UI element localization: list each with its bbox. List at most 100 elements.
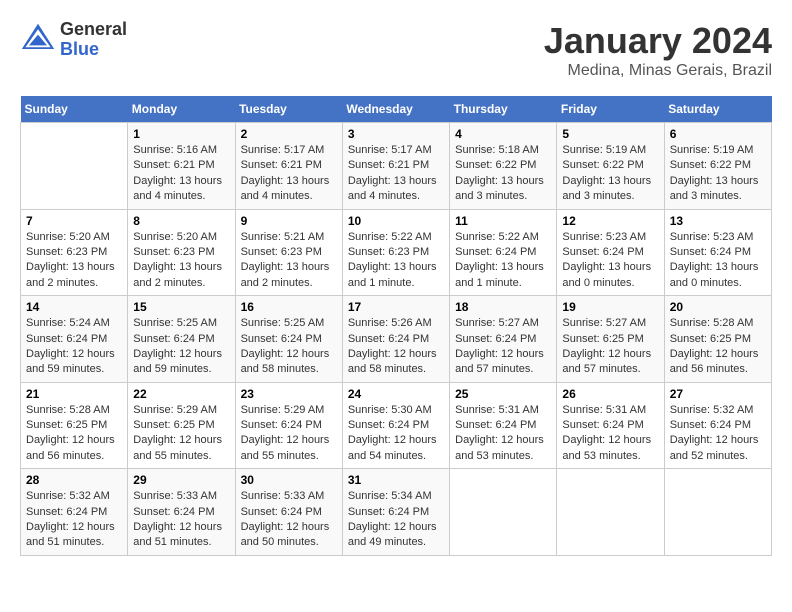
weekday-header-wednesday: Wednesday xyxy=(342,96,449,123)
weekday-header-tuesday: Tuesday xyxy=(235,96,342,123)
day-number: 25 xyxy=(455,387,551,401)
day-info: Sunrise: 5:21 AM Sunset: 6:23 PM Dayligh… xyxy=(241,230,337,292)
day-number: 12 xyxy=(562,214,658,228)
day-cell: 4 Sunrise: 5:18 AM Sunset: 6:22 PM Daylig… xyxy=(450,123,557,210)
week-row-2: 7 Sunrise: 5:20 AM Sunset: 6:23 PM Daylig… xyxy=(21,209,772,296)
day-info: Sunrise: 5:16 AM Sunset: 6:21 PM Dayligh… xyxy=(133,143,229,205)
day-cell: 26 Sunrise: 5:31 AM Sunset: 6:24 PM Dayli… xyxy=(557,382,664,469)
week-row-3: 14 Sunrise: 5:24 AM Sunset: 6:24 PM Dayli… xyxy=(21,296,772,383)
calendar: SundayMondayTuesdayWednesdayThursdayFrid… xyxy=(20,96,772,556)
day-number: 6 xyxy=(670,127,766,141)
day-number: 27 xyxy=(670,387,766,401)
month-title: January 2024 xyxy=(544,20,772,62)
logo-blue: Blue xyxy=(60,40,127,60)
day-info: Sunrise: 5:18 AM Sunset: 6:22 PM Dayligh… xyxy=(455,143,551,205)
day-cell: 18Sunrise: 5:27 AM Sunset: 6:24 PM Dayli… xyxy=(450,296,557,383)
day-cell: 23 Sunrise: 5:29 AM Sunset: 6:24 PM Dayli… xyxy=(235,382,342,469)
day-number: 17 xyxy=(348,300,444,314)
day-number: 30 xyxy=(241,473,337,487)
day-info: Sunrise: 5:28 AM Sunset: 6:25 PM Dayligh… xyxy=(26,403,122,465)
day-cell: 13 Sunrise: 5:23 AM Sunset: 6:24 PM Dayli… xyxy=(664,209,771,296)
day-number: 4 xyxy=(455,127,551,141)
day-cell: 15 Sunrise: 5:25 AM Sunset: 6:24 PM Dayli… xyxy=(128,296,235,383)
week-row-4: 21 Sunrise: 5:28 AM Sunset: 6:25 PM Dayli… xyxy=(21,382,772,469)
day-info: Sunrise: 5:22 AM Sunset: 6:24 PM Dayligh… xyxy=(455,230,551,292)
day-cell: 1Sunrise: 5:16 AM Sunset: 6:21 PM Daylig… xyxy=(128,123,235,210)
day-cell: 27Sunrise: 5:32 AM Sunset: 6:24 PM Dayli… xyxy=(664,382,771,469)
day-number: 9 xyxy=(241,214,337,228)
day-info: Sunrise: 5:34 AM Sunset: 6:24 PM Dayligh… xyxy=(348,489,444,551)
week-row-1: 1Sunrise: 5:16 AM Sunset: 6:21 PM Daylig… xyxy=(21,123,772,210)
day-info: Sunrise: 5:24 AM Sunset: 6:24 PM Dayligh… xyxy=(26,316,122,378)
weekday-header-sunday: Sunday xyxy=(21,96,128,123)
day-number: 3 xyxy=(348,127,444,141)
day-info: Sunrise: 5:28 AM Sunset: 6:25 PM Dayligh… xyxy=(670,316,766,378)
day-cell: 3Sunrise: 5:17 AM Sunset: 6:21 PM Daylig… xyxy=(342,123,449,210)
day-cell: 10Sunrise: 5:22 AM Sunset: 6:23 PM Dayli… xyxy=(342,209,449,296)
day-cell xyxy=(450,469,557,556)
day-cell: 22 Sunrise: 5:29 AM Sunset: 6:25 PM Dayli… xyxy=(128,382,235,469)
day-info: Sunrise: 5:30 AM Sunset: 6:24 PM Dayligh… xyxy=(348,403,444,465)
day-number: 19 xyxy=(562,300,658,314)
day-number: 14 xyxy=(26,300,122,314)
day-number: 15 xyxy=(133,300,229,314)
day-cell: 6 Sunrise: 5:19 AM Sunset: 6:22 PM Daylig… xyxy=(664,123,771,210)
day-number: 28 xyxy=(26,473,122,487)
day-number: 16 xyxy=(241,300,337,314)
day-number: 20 xyxy=(670,300,766,314)
day-number: 10 xyxy=(348,214,444,228)
day-info: Sunrise: 5:33 AM Sunset: 6:24 PM Dayligh… xyxy=(241,489,337,551)
day-cell: 11 Sunrise: 5:22 AM Sunset: 6:24 PM Dayli… xyxy=(450,209,557,296)
day-cell: 9 Sunrise: 5:21 AM Sunset: 6:23 PM Daylig… xyxy=(235,209,342,296)
day-cell xyxy=(664,469,771,556)
title-block: January 2024 Medina, Minas Gerais, Brazi… xyxy=(544,20,772,80)
day-number: 7 xyxy=(26,214,122,228)
day-number: 11 xyxy=(455,214,551,228)
day-info: Sunrise: 5:29 AM Sunset: 6:25 PM Dayligh… xyxy=(133,403,229,465)
day-info: Sunrise: 5:26 AM Sunset: 6:24 PM Dayligh… xyxy=(348,316,444,378)
day-cell: 7 Sunrise: 5:20 AM Sunset: 6:23 PM Daylig… xyxy=(21,209,128,296)
day-cell: 19 Sunrise: 5:27 AM Sunset: 6:25 PM Dayli… xyxy=(557,296,664,383)
day-number: 2 xyxy=(241,127,337,141)
day-info: Sunrise: 5:20 AM Sunset: 6:23 PM Dayligh… xyxy=(133,230,229,292)
day-cell: 29Sunrise: 5:33 AM Sunset: 6:24 PM Dayli… xyxy=(128,469,235,556)
day-info: Sunrise: 5:23 AM Sunset: 6:24 PM Dayligh… xyxy=(670,230,766,292)
weekday-header-thursday: Thursday xyxy=(450,96,557,123)
day-info: Sunrise: 5:32 AM Sunset: 6:24 PM Dayligh… xyxy=(26,489,122,551)
weekday-header-friday: Friday xyxy=(557,96,664,123)
day-info: Sunrise: 5:19 AM Sunset: 6:22 PM Dayligh… xyxy=(670,143,766,205)
day-info: Sunrise: 5:17 AM Sunset: 6:21 PM Dayligh… xyxy=(241,143,337,205)
day-number: 18 xyxy=(455,300,551,314)
day-number: 23 xyxy=(241,387,337,401)
weekday-header-saturday: Saturday xyxy=(664,96,771,123)
page-header: General Blue January 2024 Medina, Minas … xyxy=(20,20,772,80)
day-info: Sunrise: 5:20 AM Sunset: 6:23 PM Dayligh… xyxy=(26,230,122,292)
day-number: 26 xyxy=(562,387,658,401)
day-info: Sunrise: 5:19 AM Sunset: 6:22 PM Dayligh… xyxy=(562,143,658,205)
day-cell: 2 Sunrise: 5:17 AM Sunset: 6:21 PM Daylig… xyxy=(235,123,342,210)
day-info: Sunrise: 5:25 AM Sunset: 6:24 PM Dayligh… xyxy=(241,316,337,378)
week-row-5: 28 Sunrise: 5:32 AM Sunset: 6:24 PM Dayli… xyxy=(21,469,772,556)
day-info: Sunrise: 5:31 AM Sunset: 6:24 PM Dayligh… xyxy=(562,403,658,465)
day-cell: 5 Sunrise: 5:19 AM Sunset: 6:22 PM Daylig… xyxy=(557,123,664,210)
weekday-header-monday: Monday xyxy=(128,96,235,123)
day-cell xyxy=(557,469,664,556)
day-cell: 30 Sunrise: 5:33 AM Sunset: 6:24 PM Dayli… xyxy=(235,469,342,556)
day-number: 31 xyxy=(348,473,444,487)
day-number: 5 xyxy=(562,127,658,141)
day-number: 13 xyxy=(670,214,766,228)
day-cell: 24Sunrise: 5:30 AM Sunset: 6:24 PM Dayli… xyxy=(342,382,449,469)
day-cell: 25 Sunrise: 5:31 AM Sunset: 6:24 PM Dayli… xyxy=(450,382,557,469)
day-info: Sunrise: 5:23 AM Sunset: 6:24 PM Dayligh… xyxy=(562,230,658,292)
logo: General Blue xyxy=(20,20,127,60)
day-cell: 14 Sunrise: 5:24 AM Sunset: 6:24 PM Dayli… xyxy=(21,296,128,383)
day-number: 21 xyxy=(26,387,122,401)
day-info: Sunrise: 5:31 AM Sunset: 6:24 PM Dayligh… xyxy=(455,403,551,465)
day-info: Sunrise: 5:27 AM Sunset: 6:25 PM Dayligh… xyxy=(562,316,658,378)
day-cell: 12 Sunrise: 5:23 AM Sunset: 6:24 PM Dayli… xyxy=(557,209,664,296)
day-info: Sunrise: 5:29 AM Sunset: 6:24 PM Dayligh… xyxy=(241,403,337,465)
day-number: 22 xyxy=(133,387,229,401)
day-info: Sunrise: 5:25 AM Sunset: 6:24 PM Dayligh… xyxy=(133,316,229,378)
logo-icon xyxy=(20,22,56,58)
logo-general: General xyxy=(60,20,127,40)
